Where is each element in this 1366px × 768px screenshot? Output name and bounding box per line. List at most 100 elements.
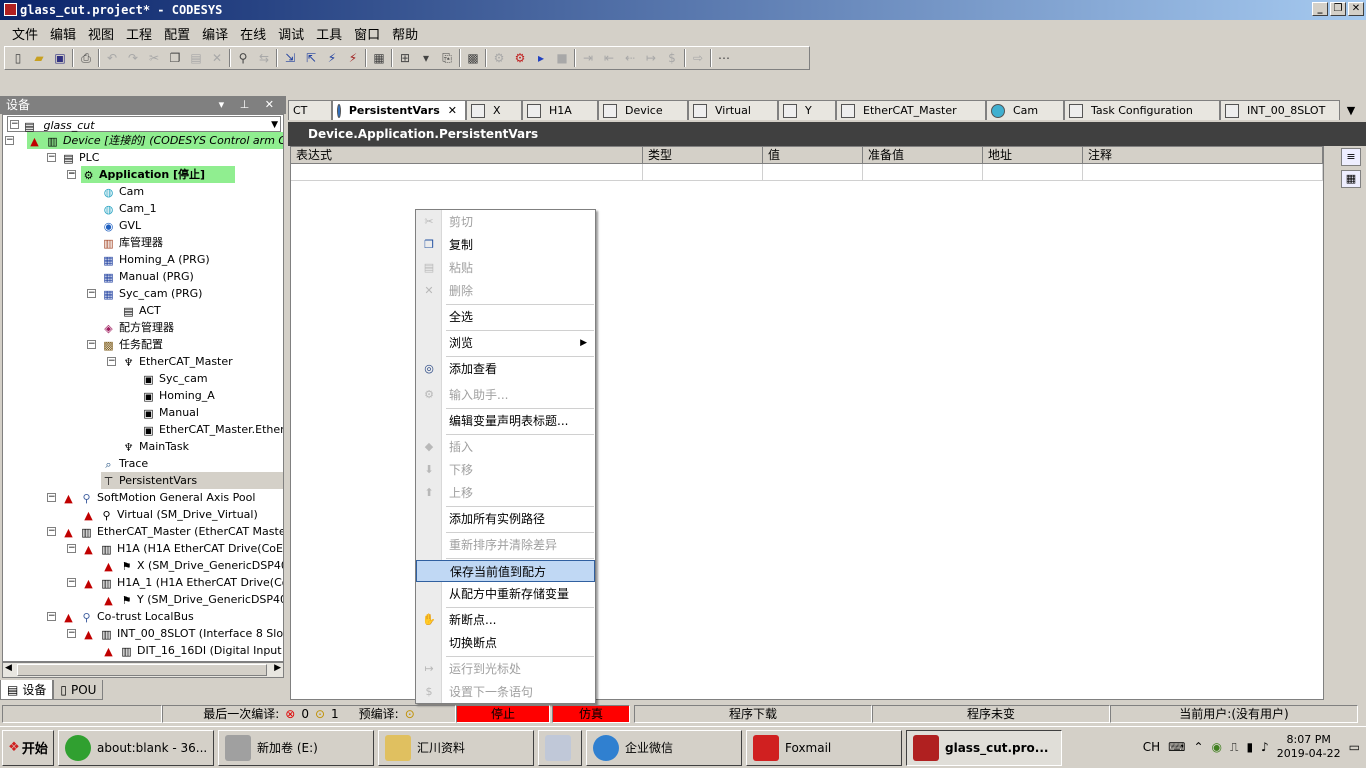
tree-node-ethercat-master-task[interactable]: − ♆ EtherCAT_Master — [107, 353, 233, 370]
collapse-toggle[interactable]: − — [67, 170, 76, 179]
step-out-icon[interactable]: ⇠ — [621, 49, 639, 67]
tree-node-gvl[interactable]: ◉ GVL — [101, 217, 142, 234]
usb-icon[interactable]: ⎍ — [1230, 740, 1238, 755]
connect-icon[interactable]: ⚡ — [323, 49, 341, 67]
panel-controls[interactable]: ▾ ⊥ ✕ — [219, 96, 280, 114]
tree-node-axis-pool[interactable]: − ▲ ⚲ SoftMotion General Axis Pool — [47, 489, 255, 506]
tree-node-virtual[interactable]: ▲ ⚲ Virtual (SM_Drive_Virtual) — [81, 506, 258, 523]
close-button[interactable]: ✕ — [1348, 2, 1364, 16]
tree-node-act[interactable]: ▤ ACT — [121, 302, 160, 319]
grid-cell[interactable] — [1083, 164, 1323, 181]
tree-node-h1a[interactable]: − ▲ ▥ H1A (H1A EtherCAT Drive(CoE) V1 — [67, 540, 283, 557]
language-indicator[interactable]: CH — [1143, 740, 1160, 754]
tree-node-recipe-manager[interactable]: ◈ 配方管理器 — [101, 319, 174, 336]
taskbar-item-wechat-work[interactable]: 企业微信 — [586, 729, 742, 766]
tree-node-persistentvars[interactable]: ⊤ PersistentVars — [101, 472, 283, 489]
minimize-button[interactable]: _ — [1312, 2, 1328, 16]
tab-ct[interactable]: CT — [288, 100, 332, 120]
menu-item-move-up[interactable]: ⬆ 上移 — [416, 482, 595, 504]
tab-int-8slot[interactable]: INT_00_8SLOT — [1220, 100, 1340, 120]
tab-h1a[interactable]: H1A — [522, 100, 598, 120]
collapse-toggle[interactable]: − — [67, 544, 76, 553]
menu-item-edit-declaration-header[interactable]: 编辑变量声明表标题... — [416, 410, 595, 432]
tree-node-manual[interactable]: ▦ Manual (PRG) — [101, 268, 194, 285]
tree-node-cam-1[interactable]: ◍ Cam_1 — [101, 200, 157, 217]
tab-task-configuration[interactable]: Task Configuration — [1064, 100, 1220, 120]
menu-item-move-down[interactable]: ⬇ 下移 — [416, 459, 595, 481]
clock[interactable]: 8:07 PM 2019-04-22 — [1277, 733, 1341, 761]
table-view-icon[interactable]: ▦ — [1341, 170, 1361, 188]
tree-node-cam[interactable]: ◍ Cam — [101, 183, 144, 200]
logout-icon[interactable]: ⇱ — [302, 49, 320, 67]
security-icon[interactable]: ◉ — [1212, 740, 1222, 754]
menu-item-input-assistant[interactable]: ⚙ 输入助手... — [416, 384, 595, 406]
collapse-toggle[interactable]: − — [5, 136, 14, 145]
grid-cell[interactable] — [643, 164, 763, 181]
menu-item-cut[interactable]: ✂ 剪切 — [416, 211, 595, 233]
column-header-type[interactable]: 类型 — [643, 147, 763, 164]
menu-item-delete[interactable]: ✕ 删除 — [416, 280, 595, 302]
device-tree[interactable]: − ▤ glass_cut ▼ − ▲ ▥ Device [连接的] (CODESY… — [2, 114, 284, 662]
tree-node-call-manual[interactable]: ▣ Manual — [141, 404, 199, 421]
undo-icon[interactable]: ↶ — [103, 49, 121, 67]
menu-item-save-to-recipe[interactable]: 保存当前值到配方 — [416, 560, 595, 582]
column-header-expression[interactable]: 表达式 — [291, 147, 643, 164]
menu-item-restore-from-recipe[interactable]: 从配方中重新存储变量 — [416, 583, 595, 605]
horizontal-scrollbar[interactable]: ◀ ▶ — [2, 662, 284, 678]
menu-item-toggle-breakpoint[interactable]: 切换断点 — [416, 632, 595, 654]
network-icon[interactable]: ▮ — [1246, 740, 1253, 754]
menu-item-paste[interactable]: ▤ 粘贴 — [416, 257, 595, 279]
open-folder-icon[interactable]: ▰ — [30, 49, 48, 67]
root-combo[interactable]: − ▤ glass_cut ▼ — [7, 116, 281, 133]
grid-cell[interactable] — [763, 164, 863, 181]
menu-item-reorder[interactable]: 重新排序并清除差异 — [416, 534, 595, 556]
menu-item-new-breakpoint[interactable]: ✋ 新断点... — [416, 609, 595, 631]
menu-item-add-instance-paths[interactable]: 添加所有实例路径 — [416, 508, 595, 530]
collapse-toggle[interactable]: − — [87, 340, 96, 349]
collapse-toggle[interactable]: − — [47, 527, 56, 536]
menu-tools[interactable]: 工具 — [310, 24, 348, 43]
menu-item-insert[interactable]: ◆ 插入 — [416, 436, 595, 458]
tab-persistentvars[interactable]: PersistentVars ✕ — [332, 100, 466, 120]
tab-y[interactable]: Y — [778, 100, 836, 120]
collapse-toggle[interactable]: − — [10, 120, 19, 129]
tree-node-homing-a[interactable]: ▦ Homing_A (PRG) — [101, 251, 209, 268]
taskbar-item-foxmail[interactable]: Foxmail — [746, 729, 902, 766]
run-to-cursor-icon[interactable]: ↦ — [642, 49, 660, 67]
print-icon[interactable]: ⎙ — [77, 49, 95, 67]
tree-node-int-8slot[interactable]: − ▲ ▥ INT_00_8SLOT (Interface 8 Slot) — [67, 625, 283, 642]
menu-debug[interactable]: 调试 — [272, 24, 310, 43]
taskbar-item-browser[interactable]: about:blank - 36... — [58, 729, 214, 766]
collapse-toggle[interactable]: − — [67, 578, 76, 587]
tab-ethercat-master[interactable]: EtherCAT_Master — [836, 100, 986, 120]
step-into-icon[interactable]: ⇤ — [600, 49, 618, 67]
replace-icon[interactable]: ⇆ — [255, 49, 273, 67]
save-icon[interactable]: ▣ — [51, 49, 69, 67]
tree-node-device[interactable]: − ▲ ▥ Device [连接的] (CODESYS Control arm C) — [5, 132, 283, 149]
tree-node-y[interactable]: ▲ ⚑ Y (SM_Drive_GenericDSP402 — [101, 591, 283, 608]
next-statement-icon[interactable]: $ — [663, 49, 681, 67]
tree-node-ethercat-master[interactable]: − ▲ ▥ EtherCAT_Master (EtherCAT Master) — [47, 523, 283, 540]
tray-expand-icon[interactable]: ⌃ — [1193, 740, 1203, 754]
maximize-button[interactable]: ❐ — [1330, 2, 1346, 16]
scroll-right-icon[interactable]: ▶ — [274, 663, 281, 673]
menu-configure[interactable]: 配置 — [158, 24, 196, 43]
properties-icon[interactable]: ⎘ — [438, 49, 456, 67]
tab-cam[interactable]: Cam — [986, 100, 1064, 120]
tab-virtual[interactable]: Virtual — [688, 100, 778, 120]
tree-node-call-homing-a[interactable]: ▣ Homing_A — [141, 387, 214, 404]
menu-item-copy[interactable]: ❐ 复制 — [416, 234, 595, 256]
disconnect-icon[interactable]: ⚡ — [344, 49, 362, 67]
start-button[interactable]: ❖ 开始 — [2, 729, 54, 766]
tree-node-localbus[interactable]: − ▲ ⚲ Co-trust LocalBus — [47, 608, 194, 625]
toolbar-options-icon[interactable]: ⋯ — [715, 49, 733, 67]
new-file-icon[interactable]: ▯ — [9, 49, 27, 67]
tree-node-h1a-1[interactable]: − ▲ ▥ H1A_1 (H1A EtherCAT Drive(CoE) — [67, 574, 283, 591]
menu-file[interactable]: 文件 — [6, 24, 44, 43]
grid-cell[interactable] — [983, 164, 1083, 181]
menu-item-select-all[interactable]: 全选 — [416, 306, 595, 328]
scroll-thumb[interactable] — [17, 664, 267, 676]
cut-icon[interactable]: ✂ — [145, 49, 163, 67]
column-header-address[interactable]: 地址 — [983, 147, 1083, 164]
taskbar-item-calculator[interactable] — [538, 729, 582, 766]
